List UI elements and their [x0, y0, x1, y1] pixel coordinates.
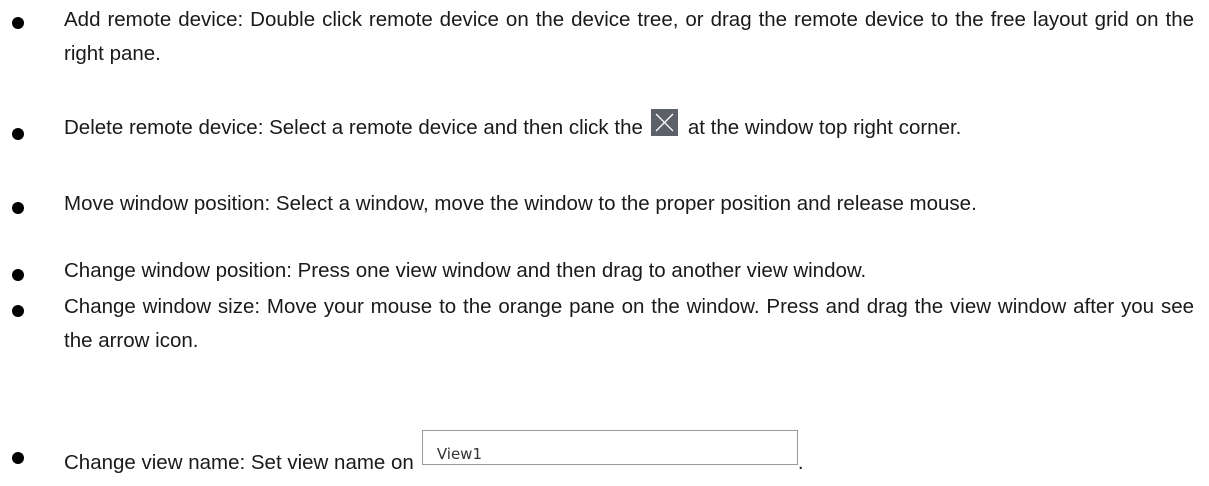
close-icon [650, 109, 678, 136]
view-name-value: View1 [436, 445, 482, 463]
bullet-icon [12, 305, 24, 317]
bullet-icon [12, 452, 24, 464]
list-item-text-after: at the window top right corner. [687, 116, 962, 139]
bullet-icon [12, 269, 24, 281]
list-item-text: Change window size: Move your mouse to t… [64, 295, 1194, 352]
list-item-text: Move window position: Select a window, m… [64, 192, 977, 215]
bullet-icon [12, 128, 24, 140]
bullet-icon [12, 17, 24, 29]
list-item-text-after: . [797, 451, 804, 474]
bullet-icon [12, 202, 24, 214]
list-item-text-before: Delete remote device: Select a remote de… [64, 116, 643, 139]
document-page: Add remote device: Double click remote d… [0, 0, 1209, 486]
list-item-text: Change view name: Set view name on View1. [64, 430, 1194, 483]
list-item-text: Delete remote device: Select a remote de… [64, 108, 1194, 148]
list-item-text: Add remote device: Double click remote d… [64, 8, 1194, 65]
list-item-text: Change window position: Press one view w… [64, 259, 867, 282]
view-name-field: View1 [421, 430, 798, 465]
list-item-text-before: Change view name: Set view name on [64, 451, 414, 474]
